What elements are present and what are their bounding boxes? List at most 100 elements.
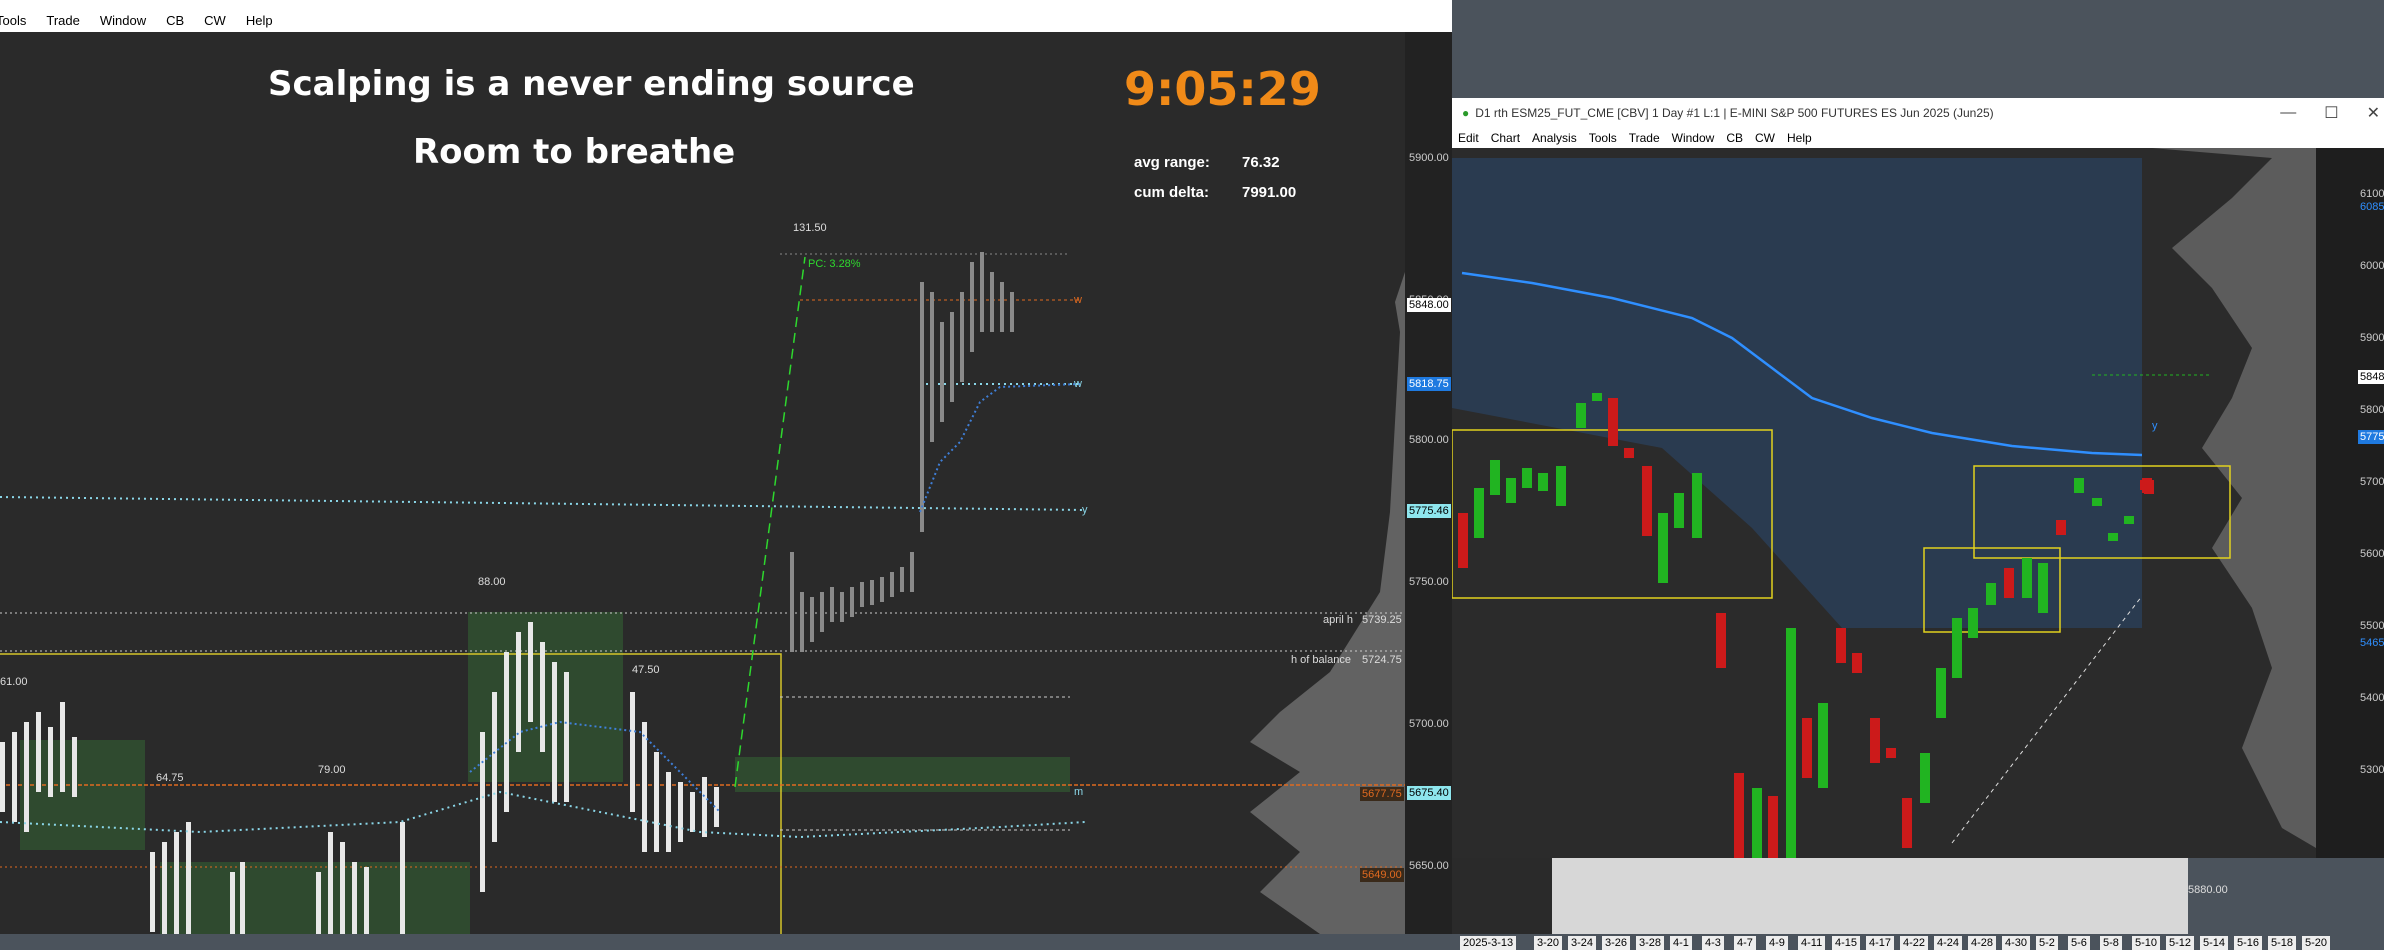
label-131: 131.50 <box>793 222 827 234</box>
m-label: m <box>1074 786 1084 798</box>
left-chart-window: Tools Trade Window CB CW Help <box>0 0 1452 934</box>
r-tag-5848: 5848 <box>2358 370 2384 384</box>
r-tag-6085: 6085 <box>2360 201 2384 213</box>
x-label-9: 4-11 <box>1798 936 1826 950</box>
close-icon[interactable]: ✕ <box>2367 103 2380 123</box>
app-icon: ● <box>1462 106 1470 120</box>
r-tick-5900: 5900 <box>2360 332 2384 344</box>
recent-bars <box>790 252 1014 652</box>
x-label-10: 4-15 <box>1832 936 1861 950</box>
x-label-19: 5-10 <box>2132 936 2161 950</box>
label-47: 47.50 <box>632 664 660 676</box>
h-balance-label: h of balance <box>1291 654 1351 666</box>
menu-chart[interactable]: Chart <box>1491 131 1520 145</box>
tick-5700: 5700.00 <box>1409 718 1449 730</box>
r-tick-6100: 6100 <box>2360 188 2384 200</box>
r-tick-5700: 5700 <box>2360 476 2384 488</box>
price-tag-5818: 5818.75 <box>1407 377 1451 391</box>
menu-cb[interactable]: CB <box>166 13 184 28</box>
w-label-2: w <box>1074 378 1082 390</box>
bottom-dark-area <box>1452 858 1552 934</box>
tick-5750: 5750.00 <box>1409 576 1449 588</box>
menu-analysis[interactable]: Analysis <box>1532 131 1577 145</box>
right-title-bar[interactable]: ● D1 rth ESM25_FUT_CME [CBV] 1 Day #1 L:… <box>1452 98 2384 128</box>
window-title: D1 rth ESM25_FUT_CME [CBV] 1 Day #1 L:1 … <box>1475 106 1994 120</box>
menu-trade-r[interactable]: Trade <box>1629 131 1660 145</box>
price-tag-5649: 5649.00 <box>1360 868 1404 882</box>
x-label-21: 5-14 <box>2200 936 2229 950</box>
right-chart-area[interactable]: y 6100 6000 5900 5800 5700 5600 5500 540… <box>1452 148 2384 858</box>
left-menu-bar: Tools Trade Window CB CW Help <box>0 8 1452 32</box>
x-label-11: 4-17 <box>1866 936 1895 950</box>
clock: 9:05:29 <box>1124 62 1321 116</box>
avg-range-label: avg range: <box>1134 154 1210 171</box>
x-label-22: 5-16 <box>2234 936 2263 950</box>
x-label-6: 4-3 <box>1702 936 1724 950</box>
menu-tools-r[interactable]: Tools <box>1589 131 1617 145</box>
w-label-1: w <box>1074 294 1082 306</box>
tick-5900: 5900.00 <box>1409 152 1449 164</box>
x-label-1: 3-20 <box>1534 936 1563 950</box>
headline-2: Room to breathe <box>413 132 736 172</box>
x-label-15: 4-30 <box>2002 936 2031 950</box>
y-label: y <box>1082 504 1088 516</box>
price-tag-5848: 5848.00 <box>1407 298 1451 312</box>
menu-help[interactable]: Help <box>246 13 273 28</box>
x-label-20: 5-12 <box>2166 936 2195 950</box>
r-tick-5400: 5400 <box>2360 692 2384 704</box>
x-label-4: 3-28 <box>1636 936 1665 950</box>
x-label-12: 4-22 <box>1900 936 1929 950</box>
cum-delta-value: 7991.00 <box>1242 184 1297 201</box>
left-price-axis[interactable]: 5900.00 5850.00 5800.00 5750.00 5700.00 … <box>1405 32 1452 934</box>
bottom-price-label: 5880.00 <box>2188 884 2228 896</box>
minimize-icon[interactable]: — <box>2280 104 2296 122</box>
menu-cb-r[interactable]: CB <box>1726 131 1743 145</box>
tick-5650: 5650.00 <box>1409 860 1449 872</box>
headline-1: Scalping is a never ending source <box>268 64 915 104</box>
menu-edit[interactable]: Edit <box>1458 131 1479 145</box>
y-label-right: y <box>2152 420 2158 432</box>
ma-lower <box>0 790 1086 839</box>
x-label-18: 5-8 <box>2100 936 2122 950</box>
profile-left <box>2152 148 2316 848</box>
x-label-13: 4-24 <box>1934 936 1963 950</box>
x-label-3: 3-26 <box>1602 936 1631 950</box>
label-88: 88.00 <box>478 576 506 588</box>
r-tick-5500: 5500 <box>2360 620 2384 632</box>
label-pc: PC: 3.28% <box>808 258 861 270</box>
menu-tools[interactable]: Tools <box>0 13 26 28</box>
april-h-label: april h <box>1323 614 1353 626</box>
tick-5800: 5800.00 <box>1409 434 1449 446</box>
r-tick-5800: 5800 <box>2360 404 2384 416</box>
menu-window-r[interactable]: Window <box>1672 131 1715 145</box>
green-zone-2 <box>160 862 470 934</box>
right-menu-bar: Edit Chart Analysis Tools Trade Window C… <box>1452 128 2384 148</box>
price-axis-bg <box>2316 148 2384 858</box>
price-tag-5775: 5775.46 <box>1407 504 1451 518</box>
maximize-icon[interactable]: ☐ <box>2324 103 2338 123</box>
right-chart-window: ● D1 rth ESM25_FUT_CME [CBV] 1 Day #1 L:… <box>1452 98 2384 950</box>
right-chart-svg <box>1452 148 2384 858</box>
avg-range-value: 76.32 <box>1242 154 1280 171</box>
price-tag-5675: 5675.40 <box>1407 786 1451 800</box>
x-label-8: 4-9 <box>1766 936 1788 950</box>
green-zone-1 <box>468 612 623 782</box>
x-label-0: 2025-3-13 <box>1460 936 1517 950</box>
menu-trade[interactable]: Trade <box>46 13 79 28</box>
r-tick-5600: 5600 <box>2360 548 2384 560</box>
x-label-5: 4-1 <box>1670 936 1692 950</box>
r-tick-6000: 6000 <box>2360 260 2384 272</box>
menu-cw[interactable]: CW <box>204 13 226 28</box>
bottom-panel: 5880.00 <box>1452 858 2384 934</box>
x-label-2: 3-24 <box>1568 936 1597 950</box>
menu-help-r[interactable]: Help <box>1787 131 1812 145</box>
menu-window[interactable]: Window <box>100 13 146 28</box>
left-title-bar[interactable] <box>0 0 1452 8</box>
x-label-24: 5-20 <box>2302 936 2331 950</box>
left-chart-area[interactable]: Scalping is a never ending source Room t… <box>0 32 1405 934</box>
x-label-7: 4-7 <box>1734 936 1756 950</box>
r-tick-5300: 5300 <box>2360 764 2384 776</box>
h-balance-value: 5724.75 <box>1362 654 1402 666</box>
menu-cw-r[interactable]: CW <box>1755 131 1775 145</box>
label-61: 61.00 <box>0 676 28 688</box>
